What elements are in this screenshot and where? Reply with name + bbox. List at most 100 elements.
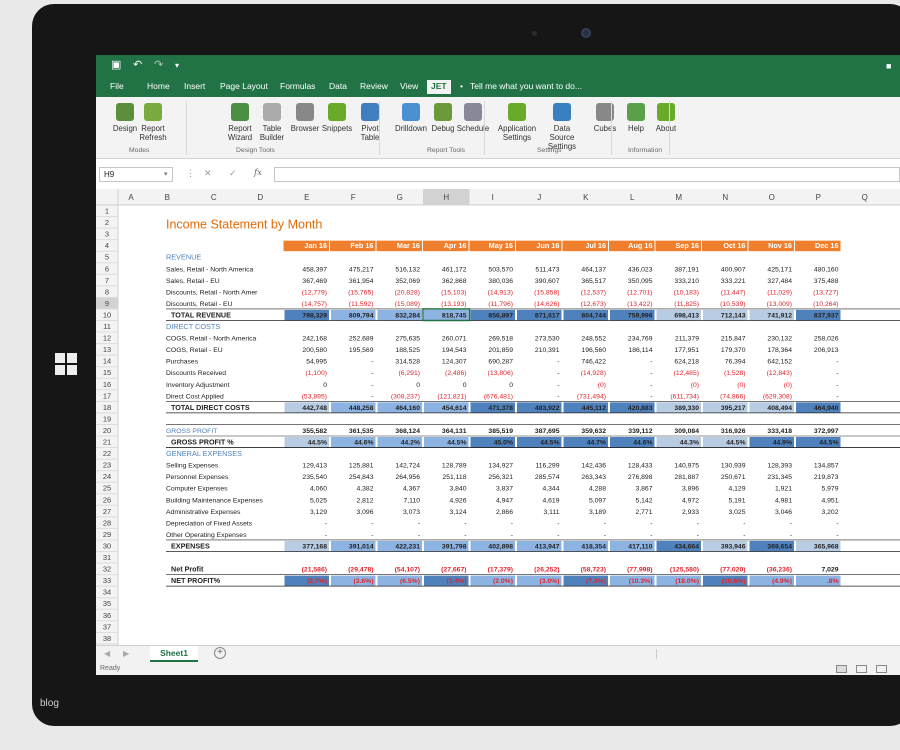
section-heading-revenue: REVENUE — [166, 253, 201, 262]
ribbon-tabs: File Home Insert Page Layout Formulas Data Rev… — [96, 77, 900, 97]
formula-input[interactable] — [274, 167, 900, 182]
redo-icon[interactable]: ↷ — [154, 58, 163, 71]
value-cell: - — [697, 520, 699, 527]
ribbon-group-label: Design Tools — [236, 147, 275, 154]
value-cell: (17,379) — [488, 567, 513, 574]
tab-review[interactable]: Review — [360, 81, 388, 91]
value-cell: 5,191 — [728, 497, 745, 504]
column-header: P — [816, 193, 821, 202]
tab-jet[interactable]: JET — [427, 80, 451, 94]
value-cell: 5,097 — [589, 497, 606, 504]
data-source-settings-button[interactable]: Data Source Settings — [541, 103, 583, 151]
value-cell: (11,796) — [488, 301, 513, 308]
schedule-button[interactable]: Schedule — [452, 103, 494, 133]
grid-svg[interactable]: A B C D E F G H I J K L M N O P Q12345678910111213141516… — [96, 189, 900, 645]
name-box[interactable]: H9 — [99, 167, 173, 182]
value-cell: 186,114 — [628, 347, 652, 354]
lightbulb-icon: • — [460, 81, 463, 91]
new-sheet-icon[interactable]: + — [214, 647, 226, 659]
month-header: Jan 16 — [304, 241, 327, 250]
sheet-tab-sheet1[interactable]: Sheet1 — [150, 646, 198, 662]
windows-logo-icon[interactable] — [55, 353, 77, 375]
column-header: M — [675, 193, 682, 202]
value-cell: 516,132 — [395, 266, 420, 273]
cancel-icon[interactable]: ✕ — [204, 168, 212, 179]
row-header: 7 — [105, 276, 109, 285]
value-cell: 273,530 — [535, 336, 560, 343]
row-header: 19 — [103, 414, 111, 423]
value-cell: (15,858) — [534, 289, 559, 296]
tab-data[interactable]: Data — [329, 81, 347, 91]
value-cell: (12,537) — [581, 289, 606, 296]
value-cell: (1,100) — [305, 370, 327, 377]
value-cell: 44.6% — [354, 440, 373, 447]
column-header: C — [211, 193, 217, 202]
about-button[interactable]: About — [645, 103, 687, 133]
column-header: G — [397, 193, 403, 202]
page-break-view-icon[interactable] — [876, 665, 887, 673]
insert-function-icon[interactable]: fx — [254, 168, 262, 178]
normal-view-icon[interactable] — [836, 665, 847, 673]
row-label: GROSS PROFIT — [166, 428, 217, 435]
ribbon-button-label: Refresh — [139, 133, 167, 142]
formula-tools[interactable]: ⋮ — [186, 168, 195, 179]
value-cell: (0) — [784, 382, 792, 389]
ribbon-group-label: Settings — [537, 147, 562, 154]
customize-icon[interactable]: ▾ — [175, 61, 179, 70]
scroll-right-icon[interactable]: ▶ — [123, 649, 129, 658]
value-cell: 44.5% — [726, 440, 745, 447]
column-header: L — [630, 193, 635, 202]
value-cell: 44.5% — [540, 440, 559, 447]
value-cell: 252,689 — [349, 336, 374, 343]
value-cell: (10,264) — [813, 301, 838, 308]
enter-icon[interactable]: ✓ — [229, 168, 237, 179]
value-cell: 741,912 — [767, 312, 792, 319]
value-cell: 314,528 — [395, 359, 420, 366]
tab-formulas[interactable]: Formulas — [280, 81, 315, 91]
data-source-settings-icon — [553, 103, 571, 121]
value-cell: 425,171 — [767, 266, 792, 273]
application-settings-button[interactable]: Application Settings — [496, 103, 538, 142]
tab-insert[interactable]: Insert — [184, 81, 205, 91]
value-cell: 128,433 — [628, 463, 653, 470]
value-cell: 269,518 — [488, 336, 513, 343]
value-cell: 215,847 — [721, 336, 746, 343]
tab-file[interactable]: File — [110, 81, 124, 91]
page-layout-view-icon[interactable] — [856, 665, 867, 673]
schedule-icon — [464, 103, 482, 121]
value-cell: 395,217 — [721, 405, 746, 412]
worksheet-grid[interactable]: A B C D E F G H I J K L M N O P Q 1 2 3 4 5 6 7 8 9 10 11 12 13 14 15 16… — [96, 189, 900, 645]
value-cell: (18.0%) — [675, 578, 699, 585]
value-cell: - — [418, 520, 420, 527]
horizontal-scrollbar[interactable] — [656, 649, 900, 659]
value-cell: (0) — [691, 382, 699, 389]
scroll-left-icon[interactable]: ◀ — [104, 649, 110, 658]
value-cell: 0 — [509, 382, 513, 389]
value-cell: - — [836, 359, 838, 366]
tab-view[interactable]: View — [400, 81, 418, 91]
pivot-table-icon — [361, 103, 379, 121]
row-label: Personnel Expenses — [166, 474, 229, 481]
value-cell: 201,859 — [488, 347, 513, 354]
value-cell: - — [464, 532, 466, 539]
row-header: 16 — [103, 380, 111, 389]
value-cell: - — [650, 359, 652, 366]
save-icon[interactable]: ▣ — [111, 58, 121, 71]
snippets-icon — [328, 103, 346, 121]
tell-me-search[interactable]: Tell me what you want to do... — [470, 81, 582, 91]
value-cell: 3,867 — [635, 486, 652, 493]
value-cell: 365,968 — [814, 543, 839, 550]
value-cell: 445,112 — [582, 405, 606, 412]
pivot-table-button[interactable]: Pivot Table — [349, 103, 391, 142]
value-cell: 230,132 — [767, 336, 792, 343]
value-cell: - — [697, 532, 699, 539]
undo-icon[interactable]: ↶ — [133, 58, 142, 71]
name-box-dropdown-icon[interactable]: ▾ — [164, 170, 168, 178]
row-label: Discounts, Retail - EU — [166, 301, 233, 308]
value-cell: 361,535 — [349, 428, 374, 435]
value-cell: 188,525 — [395, 347, 420, 354]
report-refresh-button[interactable]: Report Refresh — [132, 103, 174, 142]
tab-home[interactable]: Home — [147, 81, 170, 91]
value-cell: 116,299 — [535, 463, 559, 470]
tab-page-layout[interactable]: Page Layout — [220, 81, 268, 91]
